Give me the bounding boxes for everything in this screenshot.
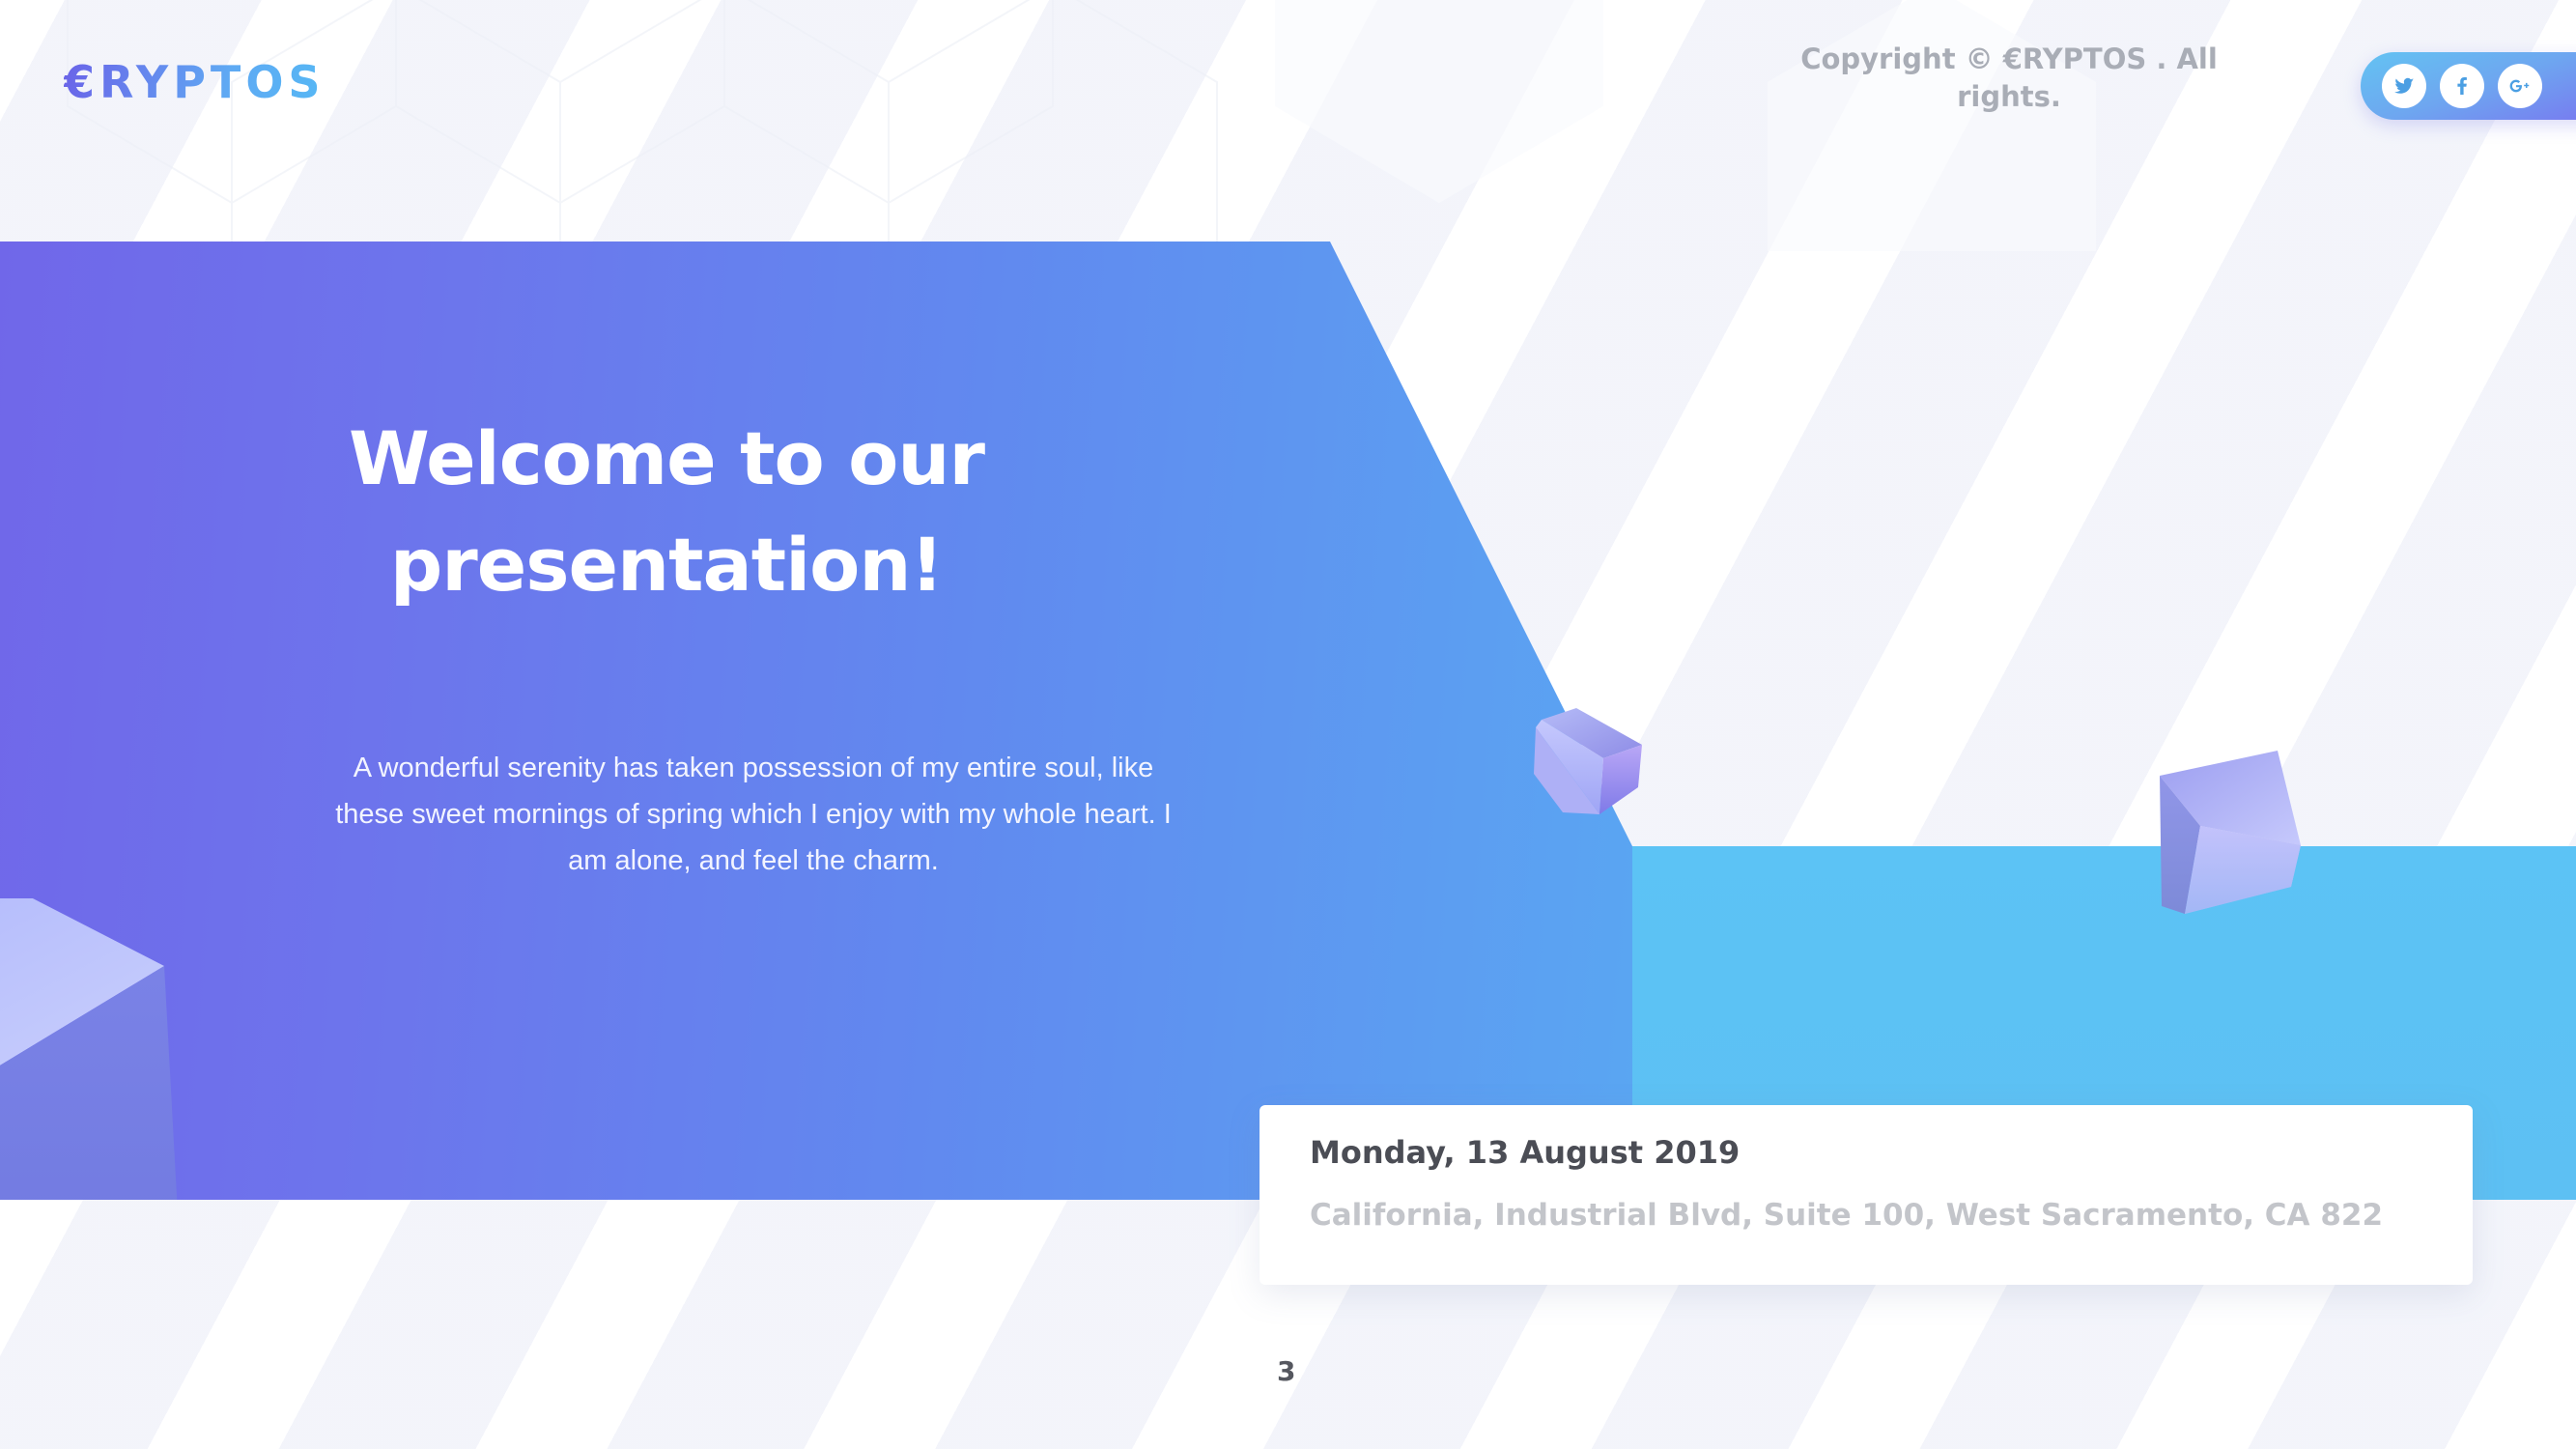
- social-links-pill: [2361, 52, 2576, 120]
- brand-logo[interactable]: €RYPTOS: [64, 56, 326, 108]
- slide-header: €RYPTOS Copyright © €RYPTOS . All rights…: [0, 0, 2576, 242]
- event-date: Monday, 13 August 2019: [1310, 1134, 1741, 1171]
- facebook-icon[interactable]: [2440, 64, 2484, 108]
- copyright-text: Copyright © €RYPTOS . All rights.: [1800, 43, 2218, 114]
- hero-panel: Welcome to our presentation! A wonderful…: [0, 242, 1632, 1200]
- decorative-cube-left: [0, 898, 179, 1200]
- twitter-icon[interactable]: [2382, 64, 2426, 108]
- event-info-card: Monday, 13 August 2019 California, Indus…: [1260, 1105, 2473, 1285]
- presentation-slide: Welcome to our presentation! A wonderful…: [0, 0, 2576, 1449]
- google-plus-icon[interactable]: [2498, 64, 2542, 108]
- page-number: 3: [1277, 1355, 1296, 1387]
- event-address: California, Industrial Blvd, Suite 100, …: [1310, 1198, 2384, 1233]
- hero-paragraph: A wonderful serenity has taken possessio…: [335, 753, 1172, 876]
- hero-title: Welcome to our presentation!: [349, 415, 985, 609]
